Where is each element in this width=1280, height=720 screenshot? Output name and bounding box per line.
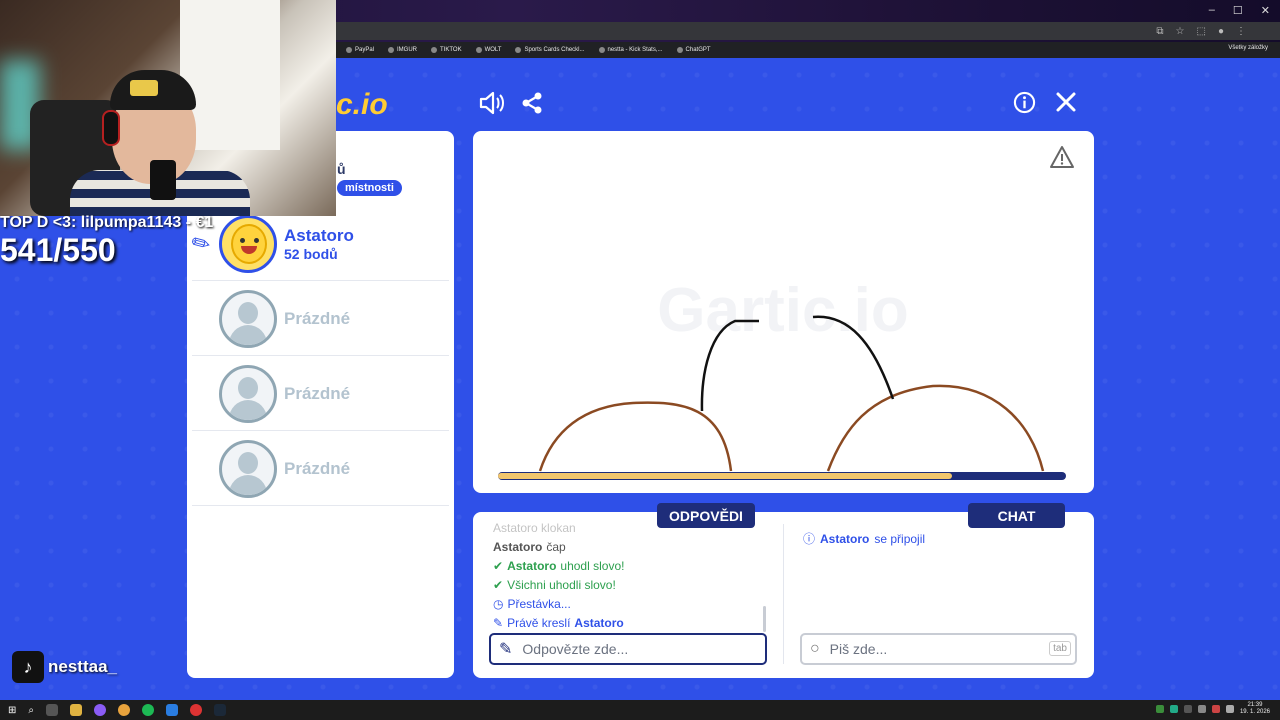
player-slot-label: Prázdné — [284, 383, 351, 403]
menu-icon[interactable]: ⋮ — [1236, 26, 1246, 37]
steam-icon[interactable] — [214, 704, 226, 716]
tray-icon — [1225, 705, 1234, 713]
check-icon: ✔ — [493, 577, 504, 592]
answer-message: ✎ Právě kreslí Astatoro — [493, 615, 624, 630]
bookmark-item[interactable]: TIKTOK — [431, 47, 462, 53]
chat-message: ⓘ Astatoro se připojil — [803, 531, 926, 547]
top-donor-text: TOP D <3: lilpumpa1143 - €1 — [0, 214, 214, 231]
app-icon[interactable] — [190, 704, 202, 716]
drawing-canvas[interactable]: Gartic.io — [473, 131, 1094, 493]
answers-chat-panel: Astatoro klokan Astatoro čap ✔ Astatoro uho… — [473, 512, 1094, 678]
clock[interactable]: 21:39 19. 1. 2026 — [1240, 702, 1270, 716]
bookmark-item[interactable]: PayPal — [346, 47, 374, 53]
player-row-empty: Prázdné — [192, 282, 449, 356]
answer-message: ◷ Přestávka... — [493, 596, 571, 611]
windows-start-icon[interactable]: ⊞ — [8, 705, 16, 716]
chat-input-box[interactable]: ○ tab — [800, 633, 1077, 665]
empty-avatar-icon — [219, 289, 277, 348]
system-tray: 21:39 19. 1. 2026 — [1155, 702, 1270, 716]
panel-divider — [783, 524, 784, 664]
app-icon[interactable] — [166, 704, 178, 716]
empty-avatar-icon — [219, 364, 277, 423]
taskbar: ⊞ ⌕ — [0, 700, 1280, 720]
maximize-icon[interactable]: ☐ — [1233, 4, 1243, 17]
answers-scrollbar[interactable] — [763, 606, 766, 632]
chat-bubble-icon: ○ — [810, 640, 820, 657]
close-icon[interactable] — [1055, 91, 1077, 119]
gartic-logo: c.io — [336, 88, 388, 121]
info-small-icon: ⓘ — [803, 532, 816, 546]
tray-icon — [1183, 705, 1192, 713]
tiktok-handle: nesttaa_ — [48, 657, 117, 676]
chat-input[interactable] — [829, 641, 1030, 657]
search-icon[interactable]: ⌕ — [28, 705, 34, 716]
sound-icon[interactable] — [478, 90, 504, 122]
pencil-icon: ✎ — [493, 615, 504, 630]
tab-chat[interactable]: CHAT — [968, 503, 1065, 528]
chrome-icon[interactable] — [118, 704, 130, 716]
tab-answers[interactable]: ODPOVĚDI — [657, 503, 755, 528]
webcam-overlay — [0, 0, 336, 216]
tray-icon — [1197, 705, 1206, 713]
empty-avatar-icon — [219, 439, 277, 498]
player-slot-label: Prázdné — [284, 458, 351, 478]
timer-bar-fill — [498, 473, 952, 479]
answer-input[interactable] — [522, 641, 723, 657]
answers-list[interactable]: Astatoro klokan Astatoro čap ✔ Astatoro uho… — [493, 518, 763, 630]
info-icon[interactable] — [1013, 91, 1036, 120]
clock-icon: ◷ — [493, 596, 504, 611]
players-header: ů — [337, 161, 346, 177]
player-row-empty: Prázdné — [192, 357, 449, 431]
player-score: 52 bodů — [284, 245, 338, 262]
app-icon[interactable] — [94, 704, 106, 716]
tiktok-badge: ♪ nesttaa_ — [12, 651, 117, 683]
goal-counter: 541/550 — [0, 232, 116, 268]
profile-icon[interactable]: ● — [1218, 26, 1224, 37]
file-explorer-icon[interactable] — [70, 704, 82, 716]
answer-input-box[interactable]: ✎ — [489, 633, 767, 665]
player-row-active: Astatoro 52 bodů — [192, 207, 449, 281]
answer-message: Astatoro čap — [493, 539, 566, 554]
all-bookmarks-link[interactable]: Všetky záložky — [1228, 45, 1268, 51]
drawing-stroke — [826, 384, 1045, 472]
address-bar[interactable] — [336, 22, 1280, 40]
window-controls: – ☐ ✕ — [1209, 4, 1270, 17]
bookmark-item[interactable]: WOLT — [475, 47, 501, 53]
player-slot-label: Prázdné — [284, 308, 351, 328]
close-window-icon[interactable]: ✕ — [1261, 4, 1270, 17]
share-icon[interactable] — [520, 91, 544, 121]
player-row-empty: Prázdné — [192, 432, 449, 506]
player-name: Astatoro — [284, 225, 354, 245]
drawing-stroke — [538, 401, 733, 472]
bookmark-item[interactable]: nestta - Kick Stats,... — [598, 47, 663, 53]
extensions-icon[interactable]: ⬚ — [1197, 26, 1206, 37]
browser-toolbar-icons: ⧉ ☆ ⬚ ● ⋮ — [1156, 26, 1246, 37]
check-icon: ✔ — [493, 558, 504, 573]
bookmark-item[interactable]: Sports Cards Checkl... — [515, 47, 585, 53]
canvas-watermark: Gartic.io — [657, 276, 909, 345]
star-icon[interactable]: ☆ — [1176, 26, 1185, 37]
room-label[interactable]: místnosti — [337, 180, 402, 196]
minimize-icon[interactable]: – — [1209, 4, 1215, 17]
answer-message: ✔ Všichni uhodli slovo! — [493, 577, 616, 592]
install-icon[interactable]: ⧉ — [1156, 26, 1163, 37]
player-avatar — [219, 214, 277, 273]
task-view-icon[interactable] — [46, 704, 58, 716]
answer-message: ✔ Astatoro uhodl slovo! — [493, 558, 625, 573]
pencil-icon: ✎ — [499, 641, 513, 658]
tab-key-hint: tab — [1049, 641, 1071, 656]
tiktok-icon: ♪ — [12, 651, 44, 683]
tray-icon — [1155, 705, 1164, 713]
spotify-icon[interactable] — [142, 704, 154, 716]
tray-icon — [1211, 705, 1220, 713]
bookmark-item[interactable]: IMGUR — [388, 47, 417, 53]
bookmark-item[interactable]: ChatGPT — [676, 47, 711, 53]
tray-icon — [1169, 705, 1178, 713]
